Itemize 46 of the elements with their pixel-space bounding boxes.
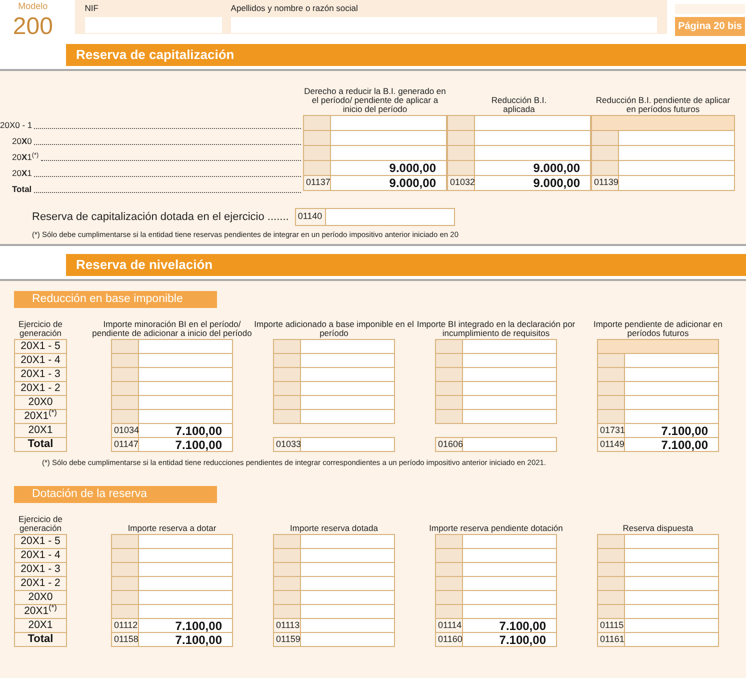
nif-label: NIF xyxy=(84,2,100,15)
column-heading: Reducción B.I. aplicada xyxy=(490,96,548,114)
model-label: Modelo xyxy=(18,2,48,11)
year-label: 20X1 - 5 xyxy=(20,338,60,354)
year-label: 20X1 xyxy=(12,167,32,180)
name-label: Apellidos y nombre o razón social xyxy=(230,2,359,15)
column-heading: Importe pendiente de adicionar en períodos futuros xyxy=(592,320,724,338)
year-label: 20X1 - 4 xyxy=(20,352,60,368)
year-label: 20X1 xyxy=(28,422,53,438)
year-label: 20X1 xyxy=(28,618,53,633)
year-label: 20X0 xyxy=(28,590,53,604)
year-label: 20X0 xyxy=(12,135,32,148)
subsection-title: Reducción en base imponible xyxy=(32,292,183,307)
model-number: 200 xyxy=(12,15,53,39)
year-label: 20X1 - 5 xyxy=(20,534,60,549)
column-heading: Reserva dispuesta xyxy=(622,524,694,533)
name-field[interactable] xyxy=(230,16,658,33)
year-label: 20X0 xyxy=(28,394,53,409)
column-heading: Importe reserva a dotar xyxy=(126,524,218,533)
column-heading: Importe reserva dotada xyxy=(289,524,379,533)
year-label: 20X1$^{(*)}$ xyxy=(24,604,57,619)
subsection-title: Dotación de la reserva xyxy=(32,486,148,502)
year-label: 20X1 - 2 xyxy=(20,380,60,396)
year-label: 20X1$^{(*)}$ xyxy=(12,151,39,164)
section-title: Reserva de capitalización xyxy=(76,46,234,64)
year-label: 20X1 - 4 xyxy=(20,548,60,563)
year-label: 20X1$^{(*)}$ xyxy=(24,408,57,424)
reserve-label: Reserva de capitalización dotada en el ejercicio ....... xyxy=(32,210,289,225)
year-label: Total xyxy=(28,437,54,452)
nif-field[interactable] xyxy=(84,16,222,33)
column-heading: Derecho a reducir la B.I. generado en el período/ pendiente de aplicar a inicio del período xyxy=(304,87,446,114)
year-label: 20X0 - 1 xyxy=(0,119,32,132)
column-heading: Importe reserva pendiente dotación xyxy=(428,524,564,533)
year-label: 20X1 - 3 xyxy=(20,562,60,577)
column-heading: Importe BI integrado en la declaración por incumplimiento de requisitos xyxy=(416,320,576,338)
page-label: Página 20 bis xyxy=(675,17,745,36)
year-label: Total xyxy=(28,632,54,648)
column-heading: Importe minoración BI en el período/ pendiente de adicionar a inicio del período xyxy=(91,320,253,338)
year-label: Total xyxy=(12,183,32,196)
year-label: 20X1 - 3 xyxy=(20,366,60,382)
column-heading: Importe adicionado a base imponible en el período xyxy=(253,320,415,338)
section-title: Reserva de nivelación xyxy=(76,256,213,274)
year-label: 20X1 - 2 xyxy=(20,576,60,591)
column-heading: Reducción B.I. pendiente de aplicar en períodos futuros xyxy=(594,96,732,114)
column-heading: Ejercicio de generación xyxy=(18,320,64,338)
column-heading: Ejercicio de generación xyxy=(18,515,64,533)
